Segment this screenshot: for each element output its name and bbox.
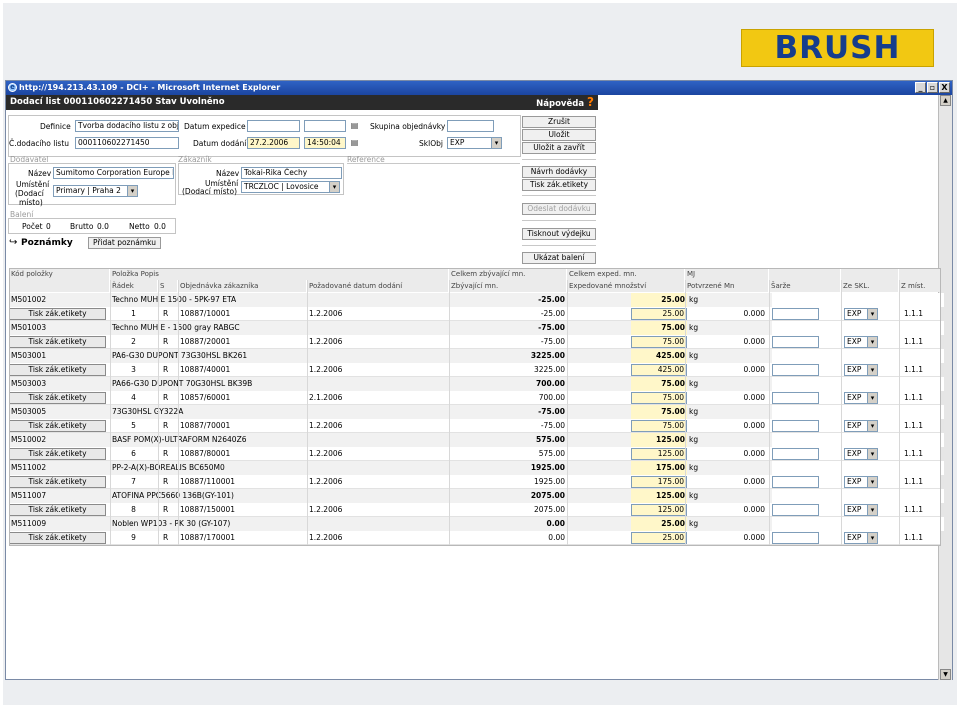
dodavatel-nazev-label: Název	[28, 169, 52, 178]
definice-field[interactable]: Tvorba dodacího listu z obj.	[75, 120, 179, 132]
dodavatel-umisteni-label: Umístění	[16, 180, 50, 189]
scroll-up-arrow-icon[interactable]: ▲	[940, 95, 951, 106]
calendar-icon[interactable]: ▤	[349, 138, 360, 148]
navrh-dodavky-button[interactable]: Návrh dodávky	[522, 166, 596, 178]
zakaznik-umisteni-select[interactable]: TRCZLOC | Lovosice	[241, 181, 340, 193]
window-titlebar: e http://194.213.43.109 - DCI+ - Microso…	[6, 81, 952, 95]
table-border	[9, 268, 941, 546]
ulozit-button[interactable]: Uložit	[522, 129, 596, 141]
pridat-poznamku-button[interactable]: Přidat poznámku	[88, 237, 161, 249]
divider	[522, 220, 596, 221]
skupina-input[interactable]	[447, 120, 494, 132]
dodavatel-umisteni-label-3: místo)	[19, 198, 43, 207]
close-button[interactable]: X	[939, 82, 950, 93]
dodavatel-umisteni-label-2: (Dodací	[15, 189, 44, 198]
pocet-value: 0	[46, 222, 51, 231]
poznamky-arrow-icon: ↪	[9, 237, 18, 248]
ulozit-a-zavrit-button[interactable]: Uložit a zavřít	[522, 142, 596, 154]
datum-expedice-label: Datum expedice	[184, 122, 246, 131]
divider	[522, 245, 596, 246]
brutto-label: Brutto	[70, 222, 94, 231]
page-header: Dodací list 000110602271450 Stav Uvolněn…	[6, 95, 598, 110]
definice-label: Definice	[40, 122, 71, 131]
divider	[347, 163, 520, 164]
help-icon: ?	[587, 95, 594, 109]
netto-value: 0.0	[154, 222, 166, 231]
minimize-button[interactable]: _	[915, 82, 926, 93]
pocet-label: Počet	[22, 222, 43, 231]
help-label: Nápověda	[536, 99, 585, 109]
restore-button[interactable]: ▫	[927, 82, 938, 93]
odeslat-dodavku-button[interactable]: Odeslat dodávku	[522, 203, 596, 215]
tisknout-vydejku-button[interactable]: Tisknout výdejku	[522, 228, 596, 240]
ukazat-baleni-button[interactable]: Ukázat balení	[522, 252, 596, 264]
sklobj-label: SklObj	[419, 139, 443, 148]
dodavatel-umisteni-select[interactable]: Primary | Praha 2	[53, 185, 138, 197]
window-title: http://194.213.43.109 - DCI+ - Microsoft…	[19, 83, 281, 92]
zrusit-button[interactable]: Zrušit	[522, 116, 596, 128]
window-controls: _ ▫ X	[915, 82, 950, 93]
netto-label: Netto	[129, 222, 150, 231]
poznamky-label: Poznámky	[21, 238, 73, 248]
datum-expedice-date-input[interactable]	[247, 120, 300, 132]
ie-icon: e	[8, 83, 17, 92]
zakaznik-nazev-label: Název	[216, 169, 240, 178]
datum-dodani-label: Datum dodání	[193, 139, 247, 148]
datum-dodani-date-input[interactable]: 27.2.2006	[247, 137, 300, 149]
brush-logo: BRUSH	[741, 29, 934, 67]
cislo-listu-field[interactable]: 000110602271450	[75, 137, 179, 149]
dodavatel-nazev-field[interactable]: Sumitomo Corporation Europe Li	[53, 167, 174, 179]
brush-logo-text: BRUSH	[774, 29, 901, 66]
tisk-etikety-button[interactable]: Tisk zák.etikety	[522, 179, 596, 191]
page-title: Dodací list 000110602271450 Stav Uvolněn…	[10, 97, 225, 107]
brutto-value: 0.0	[97, 222, 109, 231]
skupina-label: Skupina objednávky	[370, 122, 446, 131]
divider	[522, 159, 596, 160]
zakaznik-umisteni-label-2: (Dodací místo)	[182, 187, 237, 196]
divider	[522, 195, 596, 196]
sklobj-select[interactable]: EXP	[447, 137, 502, 149]
cislo-listu-label: Č.dodacího listu	[9, 139, 70, 148]
datum-expedice-time-input[interactable]	[304, 120, 346, 132]
scroll-down-arrow-icon[interactable]: ▼	[940, 669, 951, 680]
help-link[interactable]: Nápověda ?	[536, 95, 594, 112]
zakaznik-nazev-field[interactable]: Tokai-Rika Čechy	[241, 167, 342, 179]
browser-window: e http://194.213.43.109 - DCI+ - Microso…	[5, 80, 953, 680]
calendar-icon[interactable]: ▤	[349, 121, 360, 131]
datum-dodani-time-input[interactable]: 14:50:04	[304, 137, 346, 149]
